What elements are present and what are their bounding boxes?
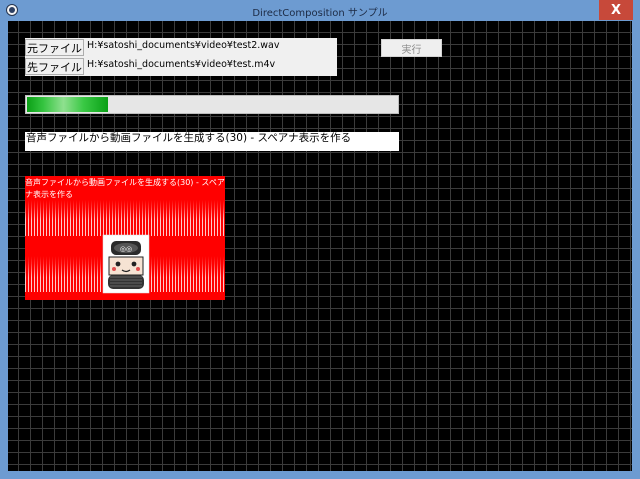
window-title: DirectComposition サンプル bbox=[252, 8, 388, 19]
progress-bar bbox=[25, 95, 399, 114]
source-file-button[interactable]: 元ファイル bbox=[25, 39, 84, 56]
progress-fill bbox=[27, 97, 108, 112]
mascot-character-icon: ◎◎ bbox=[102, 234, 150, 294]
execute-button[interactable]: 実行 bbox=[381, 39, 442, 57]
composition-preview: 音声ファイルから動画ファイルを生成する(30) - スペアナ表示を作る ◎◎ bbox=[25, 176, 225, 300]
file-panel: 元ファイル H:¥satoshi_documents¥video¥test2.w… bbox=[25, 38, 337, 76]
dest-file-path: H:¥satoshi_documents¥video¥test.m4v bbox=[87, 59, 276, 70]
close-button[interactable]: X bbox=[599, 0, 633, 20]
source-file-path: H:¥satoshi_documents¥video¥test2.wav bbox=[87, 40, 280, 51]
title-bar[interactable]: DirectComposition サンプル X bbox=[0, 0, 640, 21]
preview-caption: 音声ファイルから動画ファイルを生成する(30) - スペアナ表示を作る bbox=[25, 178, 225, 199]
app-icon[interactable] bbox=[6, 4, 18, 16]
dest-file-button[interactable]: 先ファイル bbox=[25, 58, 84, 75]
status-text: 音声ファイルから動画ファイルを生成する(30) - スペアナ表示を作る bbox=[25, 132, 399, 151]
client-area: 元ファイル H:¥satoshi_documents¥video¥test2.w… bbox=[8, 21, 632, 471]
spectrum-wave-top bbox=[25, 200, 225, 236]
svg-text:◎◎: ◎◎ bbox=[120, 245, 132, 253]
